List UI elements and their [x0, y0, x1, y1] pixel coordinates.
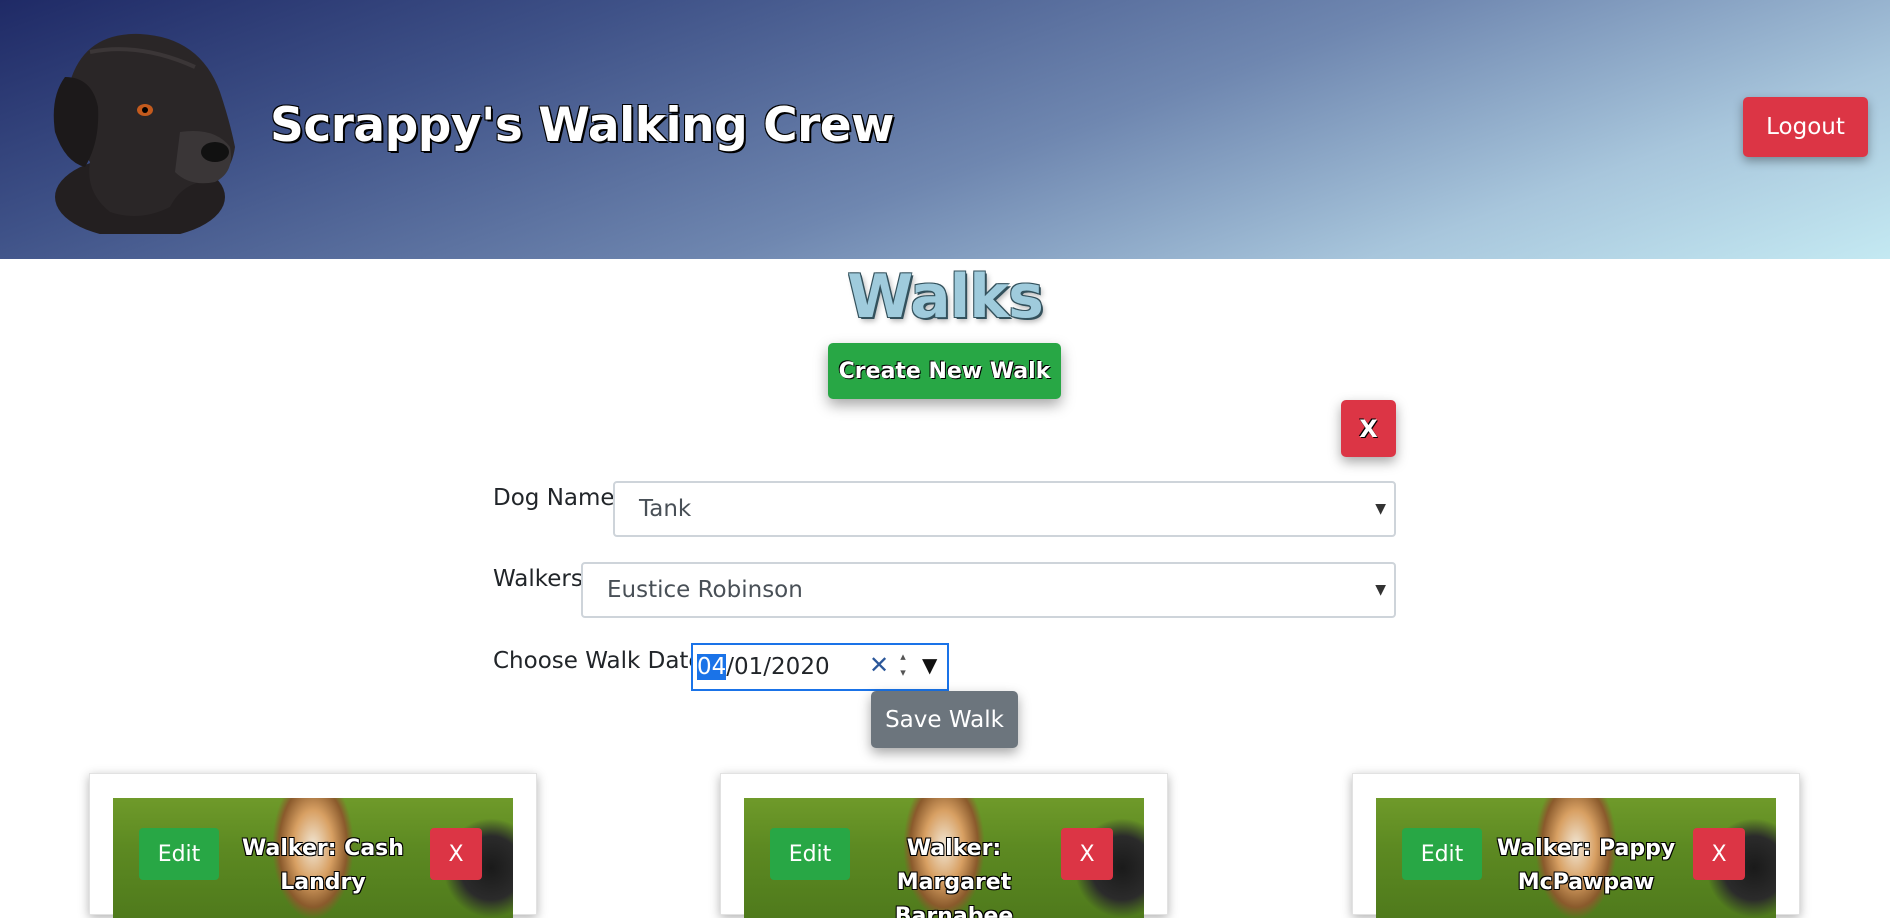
- delete-walk-button[interactable]: X: [1061, 828, 1113, 880]
- walk-card: Edit Walker: Cash Landry X: [89, 773, 537, 918]
- walker-name: Walker: Pappy McPawpaw: [1496, 836, 1676, 895]
- dog-name-label: Dog Name:: [493, 485, 623, 511]
- walkers-select[interactable]: Eustice Robinson ▼: [581, 562, 1396, 618]
- walker-name: Walker: Cash Landry: [242, 836, 404, 895]
- create-new-walk-button[interactable]: Create New Walk: [828, 343, 1061, 399]
- walk-card: Edit Walker: Margaret Barnabee X: [720, 773, 1168, 918]
- chevron-down-icon: ▼: [1375, 582, 1386, 598]
- walker-name: Walker: Margaret Barnabee: [894, 836, 1014, 918]
- dog-photo: Edit Walker: Pappy McPawpaw X: [1376, 798, 1776, 918]
- date-rest-segment[interactable]: /01/2020: [726, 654, 829, 680]
- dog-photo: Edit Walker: Margaret Barnabee X: [744, 798, 1144, 918]
- date-month-segment[interactable]: 04: [697, 654, 727, 680]
- dog-name-select[interactable]: Tank ▼: [613, 481, 1396, 537]
- logout-button[interactable]: Logout: [1743, 97, 1868, 157]
- dog-logo-icon: [53, 33, 235, 234]
- edit-walk-button[interactable]: Edit: [139, 828, 219, 880]
- walk-card: Edit Walker: Pappy McPawpaw X: [1352, 773, 1800, 918]
- chevron-down-icon: ▼: [1375, 501, 1386, 517]
- delete-walk-button[interactable]: X: [1693, 828, 1745, 880]
- walk-date-value: 04/01/2020: [697, 654, 830, 680]
- edit-walk-button[interactable]: Edit: [770, 828, 850, 880]
- save-walk-button[interactable]: Save Walk: [871, 691, 1018, 748]
- dog-photo: Edit Walker: Cash Landry X: [113, 798, 513, 918]
- edit-walk-button[interactable]: Edit: [1402, 828, 1482, 880]
- dog-name-value: Tank: [639, 496, 692, 522]
- clear-icon[interactable]: ✕: [869, 651, 889, 679]
- walk-date-input[interactable]: 04/01/2020 ✕ ▴ ▾ ▼: [691, 643, 949, 691]
- app-title: Scrappy's Walking Crew: [270, 98, 895, 153]
- calendar-dropdown-icon[interactable]: ▼: [922, 653, 937, 677]
- walk-date-label: Choose Walk Date:: [493, 648, 711, 674]
- walkers-value: Eustice Robinson: [607, 577, 803, 603]
- close-form-button[interactable]: X: [1341, 400, 1396, 457]
- app-header: Scrappy's Walking Crew Logout: [0, 0, 1890, 259]
- page-title: Walks: [847, 262, 1044, 332]
- spinner-icon[interactable]: ▴ ▾: [896, 649, 910, 681]
- delete-walk-button[interactable]: X: [430, 828, 482, 880]
- walkers-label: Walkers:: [493, 566, 591, 592]
